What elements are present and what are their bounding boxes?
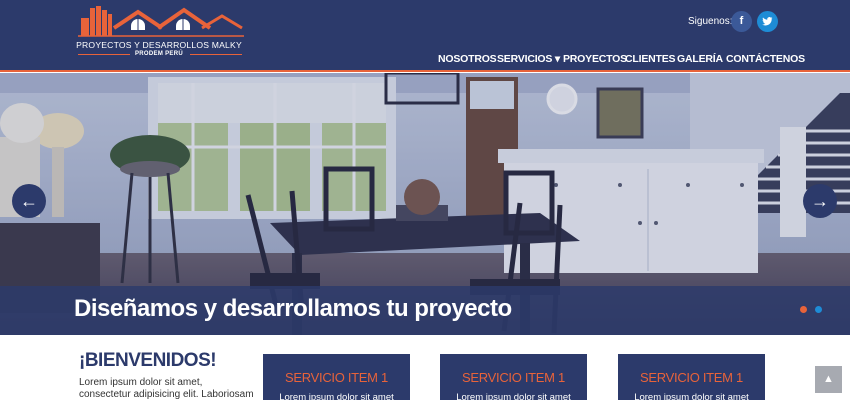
- welcome-text: Lorem ipsum dolor sit amet, consectetur …: [79, 377, 254, 400]
- nav-item-proyectos[interactable]: PROYECTOS: [563, 53, 627, 67]
- service-card[interactable]: SERVICIO ITEM 1 Lorem ipsum dolor sit am…: [618, 354, 765, 400]
- brand-logo[interactable]: PROYECTOS Y DESARROLLOS MALKY PRODEM PER…: [76, 4, 246, 60]
- brand-name: PROYECTOS Y DESARROLLOS MALKY: [76, 40, 242, 50]
- service-card[interactable]: SERVICIO ITEM 1 Lorem ipsum dolor sit am…: [263, 354, 410, 400]
- nav-item-clientes[interactable]: CLIENTES: [625, 53, 676, 67]
- brand-tagline: PRODEM PERÚ: [135, 51, 183, 57]
- scroll-to-top-icon[interactable]: ▲: [815, 366, 842, 393]
- twitter-icon[interactable]: [757, 11, 778, 32]
- service-text: Lorem ipsum dolor sit amet: [456, 392, 571, 400]
- site-header: PROYECTOS Y DESARROLLOS MALKY PRODEM PER…: [0, 0, 850, 72]
- next-slide-arrow-icon[interactable]: →: [803, 184, 837, 218]
- service-card[interactable]: SERVICIO ITEM 1 Lorem ipsum dolor sit am…: [440, 354, 587, 400]
- nav-item-galeria[interactable]: GALERÍA: [677, 53, 723, 67]
- slide-indicator-1[interactable]: [800, 306, 807, 313]
- facebook-icon[interactable]: f: [731, 11, 752, 32]
- page: PROYECTOS Y DESARROLLOS MALKY PRODEM PER…: [0, 0, 850, 400]
- service-title: SERVICIO ITEM 1: [640, 370, 743, 385]
- welcome-title: ¡BIENVENIDOS!: [79, 350, 217, 371]
- service-title: SERVICIO ITEM 1: [462, 370, 565, 385]
- nav-item-servicios[interactable]: SERVICIOS ▾: [497, 53, 560, 67]
- service-text: Lorem ipsum dolor sit amet: [634, 392, 749, 400]
- logo-houses-icon: [78, 6, 244, 37]
- hero-slider[interactable]: Diseñamos y desarrollamos tu proyecto ← …: [0, 73, 850, 335]
- nav-item-nosotros[interactable]: NOSOTROS: [438, 53, 497, 67]
- nav-item-contactenos[interactable]: CONTÁCTENOS: [726, 53, 805, 67]
- service-text: Lorem ipsum dolor sit amet: [279, 392, 394, 400]
- slide-indicator-2[interactable]: [815, 306, 822, 313]
- hero-caption: Diseñamos y desarrollamos tu proyecto: [74, 295, 512, 322]
- prev-slide-arrow-icon[interactable]: ←: [12, 184, 46, 218]
- service-title: SERVICIO ITEM 1: [285, 370, 388, 385]
- follow-label: Siguenos:: [688, 16, 733, 27]
